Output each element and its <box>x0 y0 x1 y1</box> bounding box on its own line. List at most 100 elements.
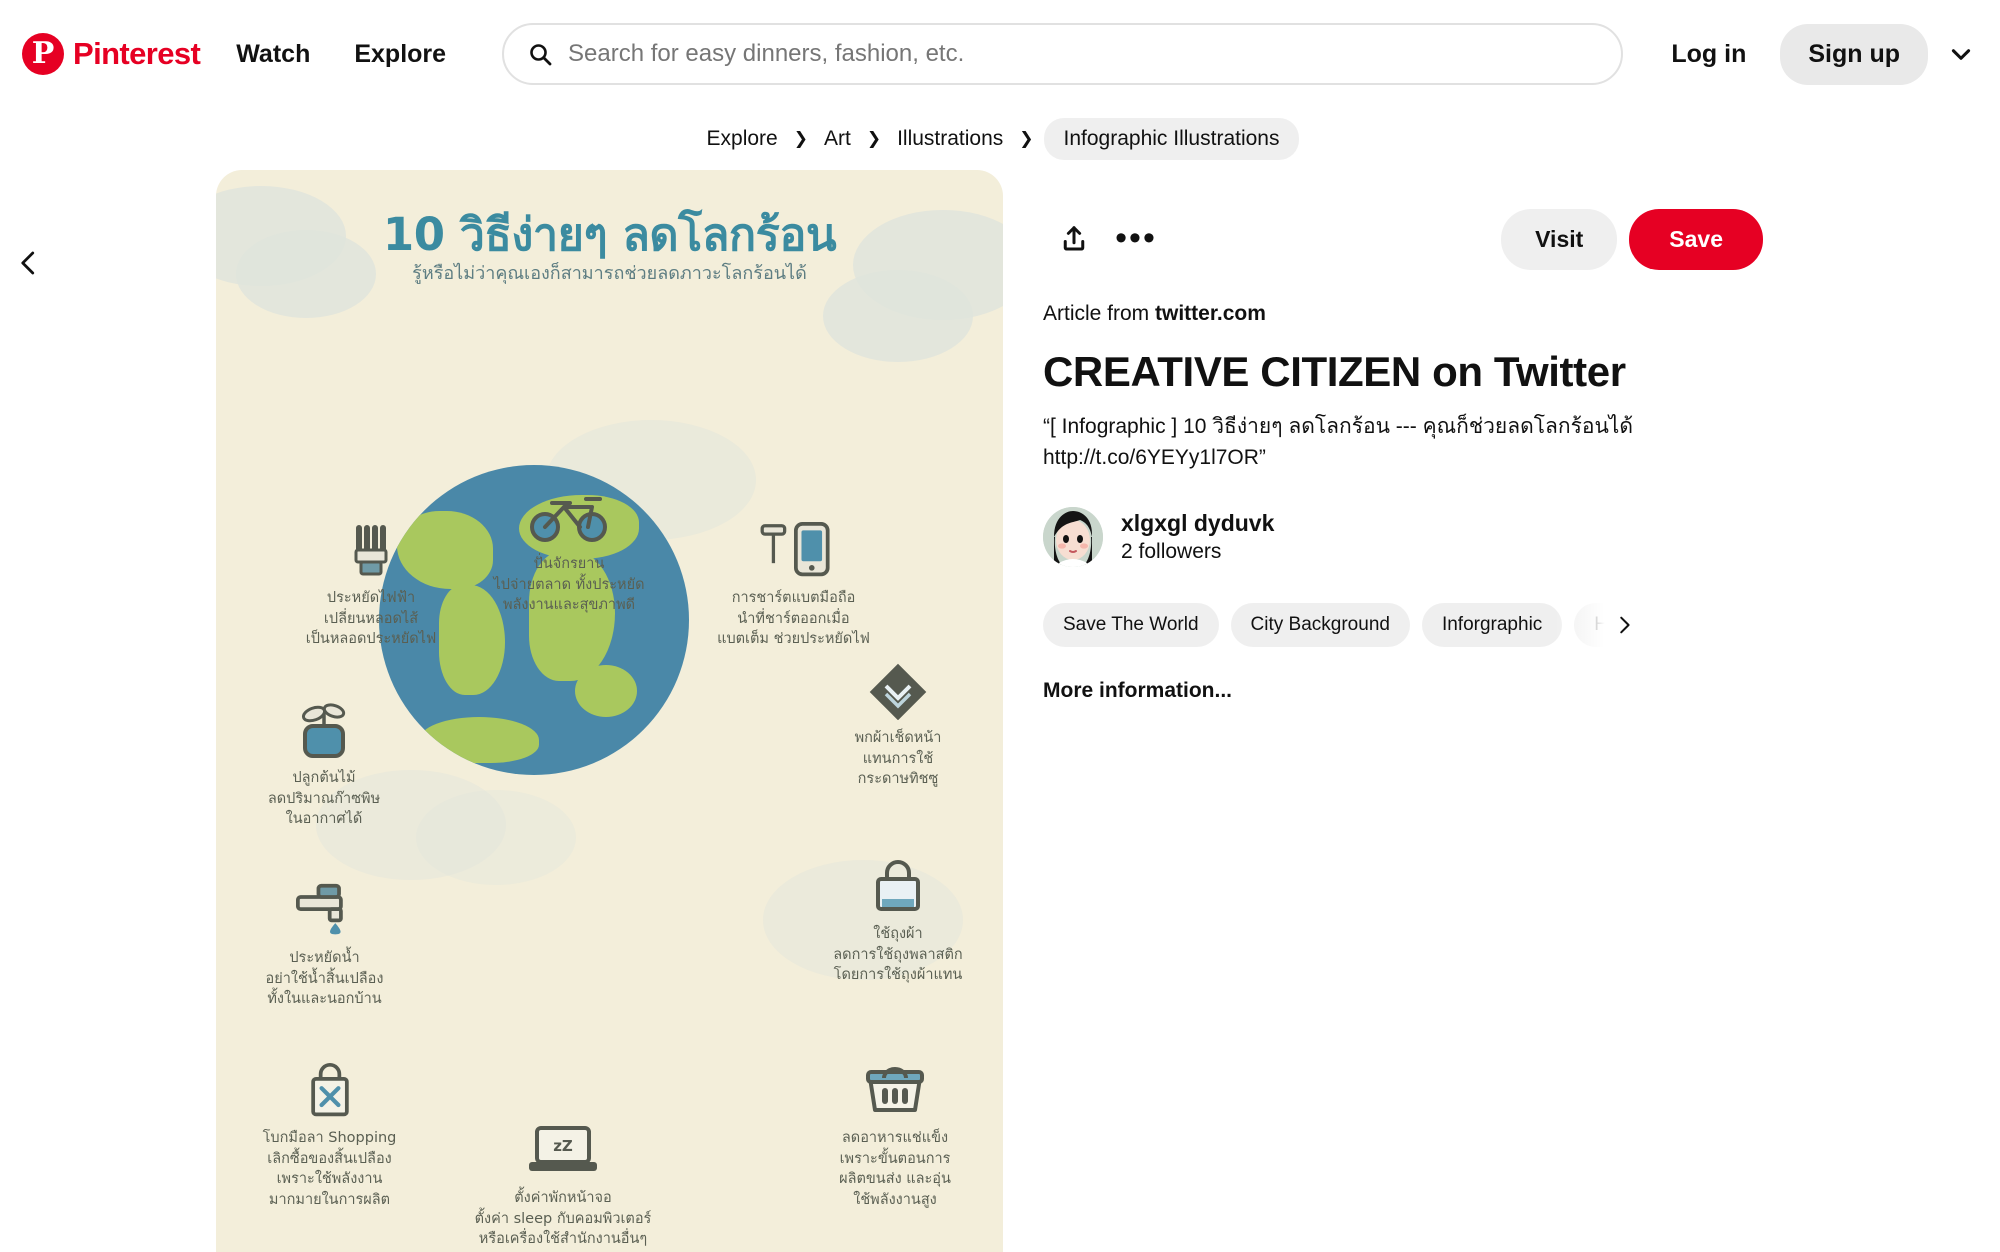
tote-bag-icon <box>876 860 920 911</box>
pin-closeup: 10 วิธีง่ายๆ ลดโลกร้อน รู้หรือไม่ว่าคุณเ… <box>216 170 1763 1252</box>
tip-line: ทั้งในและนอกบ้าน <box>267 991 382 1008</box>
search-bar[interactable] <box>502 23 1624 85</box>
tag-item[interactable]: Inforgraphic <box>1421 603 1563 648</box>
nav-item-watch[interactable]: Watch <box>214 28 332 81</box>
main-content: 10 วิธีง่ายๆ ลดโลกร้อน รู้หรือไม่ว่าคุณเ… <box>0 170 2000 1252</box>
handkerchief-icon <box>869 663 927 720</box>
tags-next-button[interactable] <box>1555 603 1635 648</box>
tip-line: อย่าใช้น้ำสิ้นเปลือง <box>265 970 384 987</box>
breadcrumb-item-explore[interactable]: Explore <box>701 123 784 155</box>
pin-action-bar: ••• Visit Save <box>1043 206 1763 272</box>
tip-line: พกผ้าเช็ดหน้า <box>854 730 942 746</box>
chevron-right-icon <box>1620 616 1630 634</box>
visit-button[interactable]: Visit <box>1501 208 1618 270</box>
tip-line: การชาร์ตแบตมือถือ <box>731 590 856 606</box>
tip-line: หรือเครื่องใช้สำนักงานอื่นๆ <box>478 1231 648 1248</box>
smartphone-charger-icon <box>760 522 830 577</box>
tip-line: ใช้ถุงผ้า <box>873 926 923 942</box>
tip-line: ลดปริมาณก๊าซพิษ <box>267 790 381 807</box>
breadcrumb-separator: ❯ <box>866 128 882 148</box>
tip-line: ตั้งค่า sleep กับคอมพิวเตอร์ <box>474 1210 652 1227</box>
tip-no-shopping: โบกมือลา Shopping เลิกซื้อของสิ้นเปลือง … <box>222 1062 437 1210</box>
breadcrumb-separator: ❯ <box>1019 128 1034 148</box>
tip-line: ปลูกต้นไม้ <box>292 770 356 786</box>
tag-list: Save The World City Background Inforgrap… <box>1043 603 1635 648</box>
tag-item[interactable]: Save The World <box>1043 603 1219 648</box>
back-navigation-button[interactable] <box>6 240 52 286</box>
tip-line: ปั่นจักรยาน <box>533 556 605 572</box>
tip-sleep-mode: zZ ตั้งค่าพักหน้าจอ ตั้งค่า sleep กับคอม… <box>438 1122 688 1250</box>
pinterest-logo-icon: P <box>22 33 64 75</box>
tip-line: นำที่ชาร์ตออกเมื่อ <box>737 610 850 627</box>
tip-line: ผลิตขนส่ง และอุ่น <box>839 1171 951 1188</box>
tip-line: มากมายในการผลิต <box>268 1191 391 1208</box>
more-information-link[interactable]: More information... <box>1043 679 1763 703</box>
bicycle-icon <box>530 497 607 542</box>
tip-line: เพราะใช้พลังงาน <box>276 1171 383 1188</box>
tip-bicycle: ปั่นจักรยาน ไปจ่ายตลาด ทั้งประหยัด พลังง… <box>459 488 679 616</box>
tip-line: ลดอาหารแช่แข็ง <box>841 1130 949 1146</box>
infographic-canvas: 10 วิธีง่ายๆ ลดโลกร้อน รู้หรือไม่ว่าคุณเ… <box>216 170 1003 1252</box>
author-followers: 2 followers <box>1121 539 1222 563</box>
pin-author[interactable]: xlgxgl dyduvk 2 followers <box>1043 507 1763 568</box>
tip-line: ใช้พลังงานสูง <box>853 1191 937 1208</box>
tip-frozen-food: ลดอาหารแช่แข็ง เพราะขั้นตอนการ ผลิตขนส่ง… <box>795 1062 995 1210</box>
tip-line: โดยการใช้ถุงผ้าแทน <box>833 967 963 984</box>
pin-description: “[ Infographic ] 10 วิธีง่ายๆ ลดโลกร้อน … <box>1043 415 1634 469</box>
tip-line: พลังงานและสุขภาพดี <box>502 597 636 614</box>
infographic-subtitle: รู้หรือไม่ว่าคุณเองก็สามารถช่วยลดภาวะโลก… <box>412 263 807 284</box>
avatar <box>1043 507 1103 568</box>
tip-line: เปลี่ยนหลอดไส้ <box>323 610 419 627</box>
primary-actions: Visit Save <box>1501 208 1763 270</box>
article-source-domain[interactable]: twitter.com <box>1155 302 1266 325</box>
tip-line: เป็นหลอดประหยัดไฟ <box>305 631 437 648</box>
pinterest-logo[interactable]: P Pinterest <box>14 33 214 75</box>
breadcrumb-item-art[interactable]: Art <box>818 123 857 155</box>
signup-button[interactable]: Sign up <box>1780 23 1928 85</box>
tip-line: แทนการใช้ <box>862 750 934 767</box>
tip-line: เพราะขั้นตอนการ <box>839 1150 951 1167</box>
tip-line: เลิกซื้อของสิ้นเปลือง <box>267 1150 392 1167</box>
tip-handkerchief: พกผ้าเช็ดหน้า แทนการใช้ กระดาษทิชซู <box>803 662 993 790</box>
tip-cfl-bulb: ประหยัดไฟฟ้า เปลี่ยนหลอดไส้ เป็นหลอดประห… <box>276 522 466 650</box>
share-button[interactable] <box>1043 208 1105 270</box>
shopping-bag-cross-icon <box>310 1062 349 1117</box>
breadcrumb: Explore ❯ Art ❯ Illustrations ❯ Infograp… <box>0 108 2000 170</box>
tip-line: ในอากาศได้ <box>285 811 363 828</box>
tip-line: แบตเต็ม ช่วยประหยัดไฟ <box>717 631 870 648</box>
user-avatar-icon <box>1043 507 1103 568</box>
nav-item-explore[interactable]: Explore <box>332 28 468 81</box>
breadcrumb-item-current[interactable]: Infographic Illustrations <box>1043 118 1300 160</box>
pin-title: CREATIVE CITIZEN on Twitter <box>1043 348 1626 395</box>
tip-line: ประหยัดไฟฟ้า <box>326 590 416 606</box>
svg-text:zZ: zZ <box>553 1137 573 1155</box>
author-info: xlgxgl dyduvk 2 followers <box>1121 509 1274 565</box>
search-icon <box>530 44 552 66</box>
login-button[interactable]: Log in <box>1651 26 1766 83</box>
tip-line: ประหยัดน้ำ <box>289 950 360 966</box>
shopping-basket-icon <box>866 1067 924 1112</box>
tip-line: ลดการใช้ถุงพลาสติก <box>833 946 963 963</box>
pin-detail-panel: ••• Visit Save Article from twitter.com … <box>1003 170 1763 1252</box>
light-bulb-icon <box>354 525 388 576</box>
breadcrumb-item-illustrations[interactable]: Illustrations <box>891 123 1009 155</box>
tip-line: กระดาษทิชซู <box>857 771 939 788</box>
laptop-sleep-icon: zZ <box>529 1126 597 1171</box>
tag-item[interactable]: City Background <box>1230 603 1410 648</box>
share-upload-icon <box>1063 226 1085 251</box>
article-source-prefix: Article from <box>1043 302 1156 325</box>
more-options-icon: ••• <box>1115 219 1157 258</box>
tip-plant-tree: ปลูกต้นไม้ ลดปริมาณก๊าซพิษ ในอากาศได้ <box>224 702 424 830</box>
search-input[interactable] <box>568 40 1598 68</box>
breadcrumb-separator: ❯ <box>793 128 808 148</box>
cloud-decor <box>416 790 576 885</box>
pin-image[interactable]: 10 วิธีง่ายๆ ลดโลกร้อน รู้หรือไม่ว่าคุณเ… <box>216 170 1003 1252</box>
more-options-button[interactable]: ••• <box>1105 208 1167 270</box>
pinterest-logo-text: Pinterest <box>73 36 201 71</box>
tip-save-water: ประหยัดน้ำ อย่าใช้น้ำสิ้นเปลือง ทั้งในแล… <box>222 882 427 1010</box>
chevron-down-icon[interactable] <box>1944 37 1978 71</box>
tip-cloth-bag: ใช้ถุงผ้า ลดการใช้ถุงพลาสติก โดยการใช้ถุ… <box>793 858 1003 986</box>
save-button[interactable]: Save <box>1629 208 1763 270</box>
tip-line: ตั้งค่าพักหน้าจอ <box>514 1190 612 1206</box>
water-tap-icon <box>295 883 343 935</box>
